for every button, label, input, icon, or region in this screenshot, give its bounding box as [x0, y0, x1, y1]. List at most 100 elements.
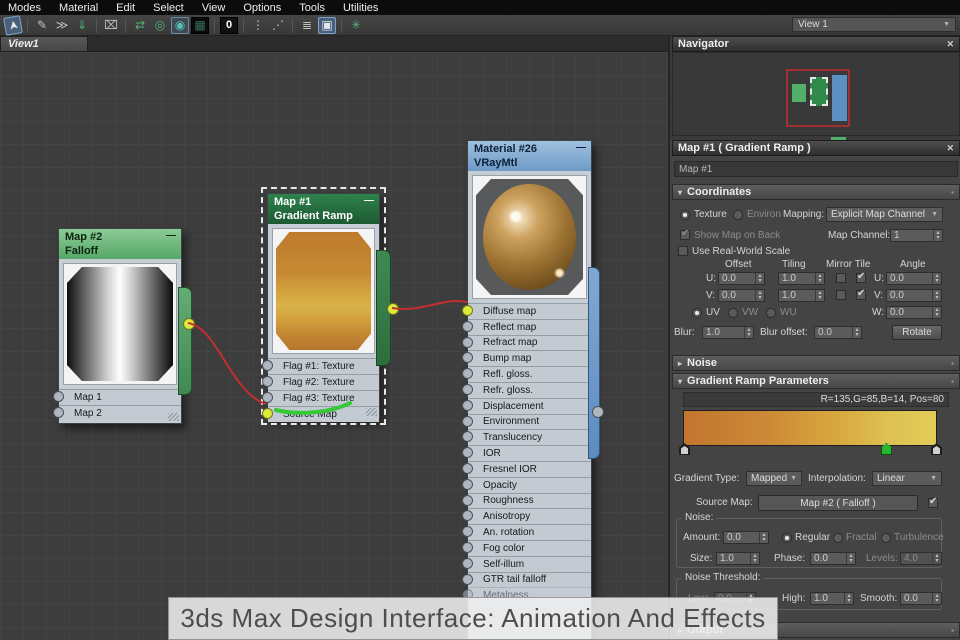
input-socket-icon[interactable] — [262, 392, 273, 403]
node-slot[interactable]: Self-illum — [462, 555, 591, 572]
parameter-panel-header[interactable]: Map #1 ( Gradient Ramp ) ✕ — [672, 140, 960, 156]
rollout-gradient-ramp-parameters[interactable]: ▾ Gradient Ramp Parameters ▪ — [672, 373, 960, 389]
material-map-navigator-icon[interactable]: ▣ — [318, 16, 336, 34]
spinner-arrows-icon[interactable] — [815, 290, 824, 301]
map-channel-spinner[interactable]: 1 — [890, 229, 943, 242]
material-preview[interactable] — [63, 263, 177, 385]
spinner-arrows-icon[interactable] — [932, 307, 941, 318]
layout-all-icon[interactable]: 0 — [220, 16, 238, 34]
input-socket-icon[interactable] — [462, 510, 473, 522]
spinner-arrows-icon[interactable] — [759, 532, 768, 543]
select-tool-icon[interactable]: ➤ — [3, 14, 23, 36]
navigator-node-vray[interactable] — [832, 75, 847, 121]
mirror-u-checkbox[interactable] — [836, 273, 846, 283]
node-slot[interactable]: IOR — [462, 445, 591, 461]
smooth-spinner[interactable]: 0.0 — [900, 592, 942, 605]
menu-edit[interactable]: Edit — [116, 2, 135, 14]
input-socket-icon[interactable] — [462, 352, 473, 364]
angle-v-spinner[interactable]: 0.0 — [886, 289, 942, 302]
input-socket-icon[interactable] — [462, 431, 473, 443]
uv-radio[interactable] — [692, 308, 702, 318]
node-slot[interactable]: Refract map — [462, 334, 591, 351]
spinner-arrows-icon[interactable] — [755, 273, 764, 284]
node-slot[interactable]: Anisotropy — [462, 508, 591, 525]
turbulence-radio[interactable] — [881, 533, 891, 543]
wu-radio[interactable] — [766, 308, 776, 318]
navigator-node-gradient-selected[interactable] — [810, 77, 828, 106]
input-socket-icon[interactable] — [462, 573, 473, 585]
mirror-v-checkbox[interactable] — [836, 290, 846, 300]
node-slot[interactable]: Flag #3: Texture — [262, 390, 379, 406]
arrange-nodes-icon[interactable]: ⋰ — [269, 17, 287, 34]
mapping-dropdown[interactable]: Explicit Map Channel ▼ — [826, 207, 943, 222]
input-socket-icon[interactable] — [53, 407, 64, 418]
node-falloff[interactable]: Map #2 Falloff — Map 1 Map 2 — [53, 228, 195, 424]
node-slot[interactable]: Refl. gloss. — [462, 366, 591, 382]
input-socket-icon[interactable] — [462, 415, 473, 427]
vw-radio[interactable] — [728, 308, 738, 318]
angle-w-spinner[interactable]: 0.0 — [886, 306, 942, 319]
use-real-world-scale-checkbox[interactable] — [678, 246, 688, 256]
node-slot[interactable]: Flag #2: Texture — [262, 374, 379, 390]
menu-material[interactable]: Material — [59, 2, 98, 14]
resize-grip[interactable] — [168, 413, 179, 421]
menu-options[interactable]: Options — [243, 2, 281, 14]
material-name-input[interactable]: Map #1 — [674, 161, 958, 177]
show-map-on-back-checkbox[interactable] — [680, 228, 690, 240]
node-slot[interactable]: Diffuse map — [462, 303, 591, 319]
input-socket-icon[interactable] — [462, 494, 473, 506]
size-spinner[interactable]: 1.0 — [716, 552, 760, 565]
input-socket-icon[interactable] — [462, 541, 473, 553]
spinner-arrows-icon[interactable] — [844, 593, 853, 604]
collapse-node-icon[interactable]: — — [576, 141, 586, 155]
node-slot[interactable]: Fog color — [462, 539, 591, 556]
environ-radio[interactable] — [733, 210, 743, 220]
navigator-node-falloff[interactable] — [792, 84, 806, 102]
input-socket-icon[interactable] — [462, 478, 473, 490]
regular-radio[interactable] — [782, 533, 792, 543]
node-gradient-ramp[interactable]: Map #1 Gradient Ramp — Flag #1: Texture … — [261, 187, 399, 425]
collapse-node-icon[interactable]: — — [364, 194, 374, 208]
spinner-arrows-icon[interactable] — [755, 290, 764, 301]
input-socket-icon[interactable] — [262, 376, 273, 387]
angle-u-spinner[interactable]: 0.0 — [886, 272, 942, 285]
spinner-arrows-icon[interactable] — [852, 327, 861, 338]
node-slot[interactable]: Roughness — [462, 492, 591, 509]
put-to-library-icon[interactable]: ≫ — [53, 17, 71, 34]
input-socket-icon[interactable] — [462, 368, 473, 380]
output-socket-icon[interactable] — [387, 303, 399, 315]
node-slot[interactable]: Refr. gloss. — [462, 381, 591, 398]
spinner-arrows-icon[interactable] — [750, 553, 759, 564]
node-slot[interactable]: Fresnel IOR — [462, 460, 591, 477]
layout-children-icon[interactable]: ⋮ — [249, 17, 267, 34]
tiling-v-spinner[interactable]: 1.0 — [778, 289, 825, 302]
spinner-arrows-icon[interactable] — [846, 553, 855, 564]
input-socket-icon[interactable] — [462, 447, 473, 459]
menu-select[interactable]: Select — [153, 2, 184, 14]
spinner-arrows-icon[interactable] — [932, 593, 941, 604]
tile-u-checkbox[interactable] — [856, 271, 866, 283]
interpolation-dropdown[interactable]: Linear ▼ — [872, 471, 942, 486]
offset-v-spinner[interactable]: 0.0 — [718, 289, 765, 302]
collapse-node-icon[interactable]: — — [166, 229, 176, 243]
node-slot[interactable]: Displacement — [462, 397, 591, 414]
node-slot[interactable]: Map 2 — [53, 405, 181, 421]
hide-unused-nodeslots-icon[interactable]: ◎ — [151, 17, 169, 34]
material-checker-icon[interactable]: ≣ — [298, 17, 316, 34]
view-tab[interactable]: View1 — [0, 36, 88, 52]
spinner-arrows-icon[interactable] — [744, 327, 753, 338]
node-slot-source-map[interactable]: Source Map — [262, 406, 379, 422]
select-by-material-icon[interactable]: ✳ — [347, 17, 365, 34]
input-socket-icon[interactable] — [53, 391, 64, 402]
node-vraymtl[interactable]: Material #26 VRayMtl — Diffuse map Refle… — [462, 140, 604, 640]
resize-grip[interactable] — [366, 408, 377, 416]
output-socket-icon[interactable] — [183, 318, 195, 330]
source-map-button[interactable]: Map #2 ( Falloff ) — [758, 495, 918, 511]
gradient-ramp[interactable] — [683, 410, 937, 446]
show-shaded-material-icon[interactable]: ◉ — [171, 16, 189, 34]
spinner-arrows-icon[interactable] — [933, 230, 942, 241]
gradient-type-dropdown[interactable]: Mapped ▼ — [746, 471, 802, 486]
node-slot[interactable]: An. rotation — [462, 524, 591, 540]
assign-material-icon[interactable]: ⇓ — [73, 17, 91, 34]
source-map-enable-checkbox[interactable] — [928, 496, 938, 508]
